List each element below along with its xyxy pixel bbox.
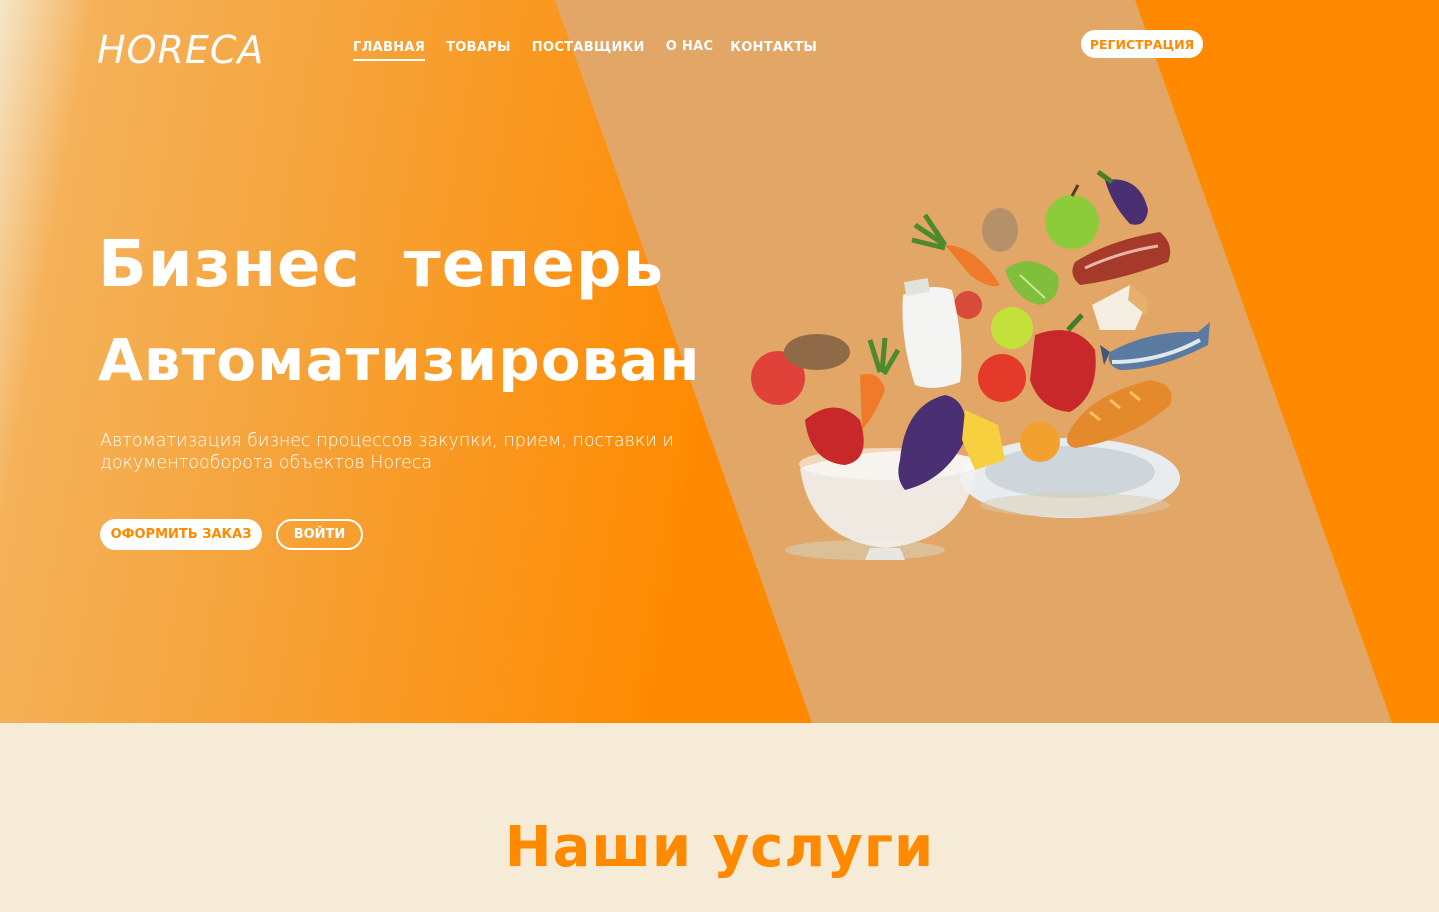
lime-icon xyxy=(991,307,1033,349)
potato-left-icon xyxy=(784,334,850,370)
eggplant-icon xyxy=(1096,169,1148,225)
milk-bottle-icon xyxy=(902,278,962,388)
logo[interactable]: HORECA xyxy=(97,28,264,72)
lettuce-icon xyxy=(1005,261,1059,305)
hero-section: HORECA ГЛАВНАЯ ТОВАРЫ ПОСТАВЩИКИ О НАС К… xyxy=(0,0,1439,723)
hero-subtitle: Автоматизация бизнес процессов закупки, … xyxy=(100,431,674,473)
nav-item-home[interactable]: ГЛАВНАЯ xyxy=(353,40,426,61)
radish-icon xyxy=(954,291,982,319)
carrot-left-icon xyxy=(860,337,901,430)
food-illustration xyxy=(751,169,1210,560)
hero-title-line1: Бизнес теперь xyxy=(98,228,665,302)
main-nav: ГЛАВНАЯ ТОВАРЫ ПОСТАВЩИКИ О НАС КОНТАКТЫ xyxy=(353,39,838,61)
nav-item-contacts[interactable]: КОНТАКТЫ xyxy=(730,40,817,61)
nav-item-suppliers[interactable]: ПОСТАВЩИКИ xyxy=(532,40,645,61)
pepper-icon xyxy=(1030,313,1096,412)
nav-item-about[interactable]: О НАС xyxy=(666,39,714,60)
hero-title-line2: Автоматизирован xyxy=(98,326,701,394)
apricot-icon xyxy=(1020,422,1060,462)
register-button[interactable]: РЕГИСТРАЦИЯ xyxy=(1081,30,1203,58)
potato-icon xyxy=(982,208,1018,252)
toast-icon xyxy=(1092,285,1148,330)
order-button[interactable]: ОФОРМИТЬ ЗАКАЗ xyxy=(100,519,262,550)
bowl-icon xyxy=(785,448,978,560)
tomato-icon xyxy=(978,354,1026,402)
apple-icon xyxy=(1045,184,1099,249)
nav-item-products[interactable]: ТОВАРЫ xyxy=(446,40,511,61)
services-title: Наши услуги xyxy=(504,815,935,880)
login-button[interactable]: ВОЙТИ xyxy=(276,519,363,550)
